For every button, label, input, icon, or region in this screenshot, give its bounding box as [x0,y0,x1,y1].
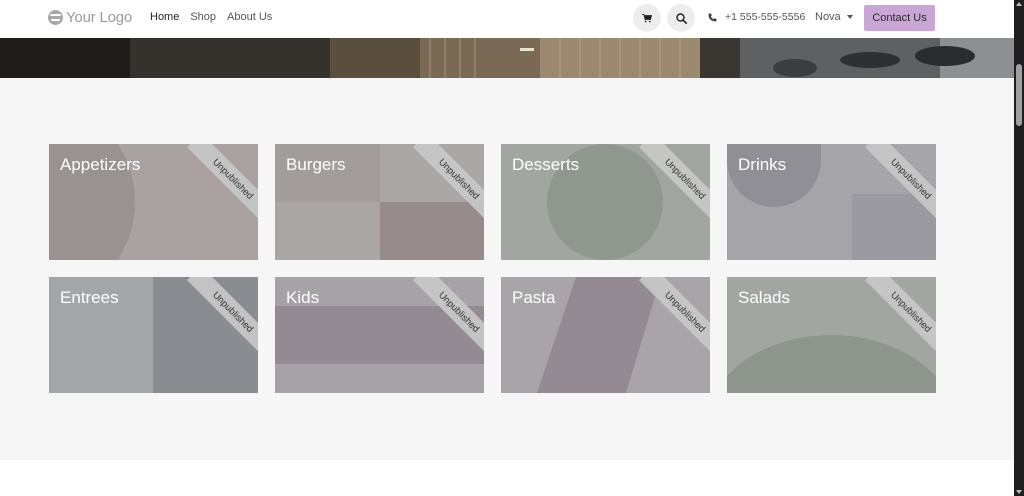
phone-number: +1 555-555-5556 [725,11,806,23]
hero-banner-image [0,38,1014,78]
unpublished-badge: Unpublished [639,277,710,351]
category-card-pasta[interactable]: Pasta Unpublished [501,277,710,393]
category-card-salads[interactable]: Salads Unpublished [727,277,936,393]
language-selector[interactable]: Nova [815,11,853,23]
scroll-up-arrow-icon[interactable] [1016,2,1022,6]
main-nav: Home Shop About Us [150,11,272,23]
unpublished-badge: Unpublished [639,144,710,218]
category-card-desserts[interactable]: Desserts Unpublished [501,144,710,260]
unpublished-badge: Unpublished [187,277,258,351]
site-header: Your Logo Home Shop About Us +1 555-555-… [0,0,1014,38]
category-title: Kids [286,288,320,307]
cart-icon [642,13,652,22]
logo[interactable]: Your Logo [48,9,132,26]
scroll-thumb[interactable] [1016,64,1022,126]
page-scrollbar[interactable] [1014,0,1024,496]
unpublished-badge: Unpublished [187,144,258,218]
scroll-down-arrow-icon[interactable] [1016,490,1022,494]
category-title: Desserts [512,155,580,174]
category-card-burgers[interactable]: Burgers Unpublished [275,144,484,260]
nav-home[interactable]: Home [150,11,179,23]
search-icon [675,12,687,24]
phone-link[interactable]: +1 555-555-5556 [708,11,805,23]
category-card-drinks[interactable]: Drinks Unpublished [727,144,936,260]
nav-shop[interactable]: Shop [190,11,216,23]
category-card-kids[interactable]: Kids Unpublished [275,277,484,393]
unpublished-badge: Unpublished [413,277,484,351]
cart-button[interactable] [633,4,661,32]
category-card-entrees[interactable]: Entrees Unpublished [49,277,258,393]
language-label: Nova [815,11,841,23]
unpublished-badge: Unpublished [865,144,936,218]
phone-icon [708,13,717,21]
category-title: Pasta [512,288,556,307]
page-footer-area [0,460,1014,496]
category-grid: Appetizers Unpublished Burgers Unpublish… [49,144,936,393]
category-title: Burgers [286,155,346,174]
category-card-appetizers[interactable]: Appetizers Unpublished [49,144,258,260]
logo-text: Your Logo [66,9,133,26]
categories-section: Appetizers Unpublished Burgers Unpublish… [0,78,1014,460]
nav-about-us[interactable]: About Us [227,11,272,23]
category-title: Salads [738,288,790,307]
chevron-down-icon [846,15,853,19]
unpublished-badge: Unpublished [413,144,484,218]
category-title: Appetizers [60,155,141,174]
contact-us-button[interactable]: Contact Us [864,5,935,31]
unpublished-badge: Unpublished [865,277,936,351]
search-button[interactable] [667,4,695,32]
logo-icon [48,10,63,25]
category-title: Entrees [60,288,119,307]
category-title: Drinks [738,155,787,174]
